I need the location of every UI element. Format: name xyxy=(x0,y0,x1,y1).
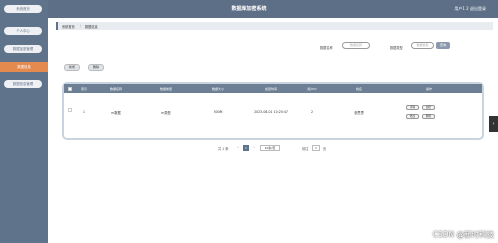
edit-button[interactable]: 修改 xyxy=(406,114,419,119)
col-operations: 操作 xyxy=(425,86,432,91)
data-table: 索引 数据名称 数据类型 数据大小 加密时间 用户ID 姓名 操作 1 m数据 … xyxy=(62,82,484,140)
col-encrypt-time: 加密时间 xyxy=(264,86,277,91)
sidebar-item-encryption-management[interactable]: 数据加密管理 xyxy=(4,45,42,53)
goto-page-input[interactable]: 1 xyxy=(312,145,320,151)
breadcrumb-separator: / xyxy=(80,24,82,28)
pagination-page-1[interactable]: 1 xyxy=(243,145,249,151)
user-logout-link[interactable]: 用户1 2 退出登录 xyxy=(454,6,486,12)
encrypt-button[interactable]: 加密 xyxy=(422,105,435,110)
side-collapse-tab[interactable]: ‹ xyxy=(489,116,498,132)
sidebar-item-profile[interactable]: 个人中心 xyxy=(4,27,42,35)
data-type-search-input[interactable]: 数据类型 xyxy=(411,42,434,49)
col-data-name: 数据名称 xyxy=(109,86,122,91)
data-name-search-input[interactable]: 数据名称 xyxy=(342,42,370,49)
sidebar-item-data-info[interactable]: 数据信息 xyxy=(0,62,48,72)
col-user-id: 用户ID xyxy=(307,86,317,91)
cell-data-name: m数据 xyxy=(111,111,121,115)
chevron-left-icon: ‹ xyxy=(492,121,495,127)
main-content: 系统首页 / 数据信息 数据名称 数据名称 数据类型 数据类型 查询 新增 删除… xyxy=(48,18,498,243)
cell-data-type: m类型 xyxy=(161,111,171,115)
top-header-bar: 数据库加密系统 用户1 2 退出登录 xyxy=(0,0,498,18)
goto-label: 前往 xyxy=(302,147,309,151)
cell-user-id: 2 xyxy=(310,110,314,114)
add-button[interactable]: 新增 xyxy=(64,64,80,71)
search-button[interactable]: 查询 xyxy=(436,42,450,49)
pagination-prev[interactable]: < xyxy=(235,145,241,151)
goto-suffix: 页 xyxy=(323,147,327,151)
breadcrumb-home[interactable]: 系统首页 xyxy=(62,24,75,29)
cell-encrypt-time: 2023-08-01 10:20:47 xyxy=(254,110,288,114)
sidebar-item-data-info-management[interactable]: 数据信息管理 xyxy=(4,80,42,88)
sidebar-item-home[interactable]: 系统首页 xyxy=(4,5,42,13)
sidebar: 系统首页 个人中心 数据加密管理 数据信息 数据信息管理 xyxy=(0,0,48,243)
row-checkbox[interactable] xyxy=(68,108,72,112)
pagination-total: 共 1 条 xyxy=(218,147,229,151)
watermark: CSDN @新时科技 xyxy=(432,230,494,239)
table-header: 索引 数据名称 数据类型 数据大小 加密时间 用户ID 姓名 操作 xyxy=(64,84,482,93)
delete-button[interactable]: 删除 xyxy=(88,64,104,71)
data-name-label: 数据名称 xyxy=(320,46,333,50)
app-title: 数据库加密系统 xyxy=(231,6,267,12)
data-type-label: 数据类型 xyxy=(390,46,403,50)
col-index: 索引 xyxy=(80,86,87,91)
col-data-type: 数据类型 xyxy=(159,86,172,91)
row-delete-button[interactable]: 删除 xyxy=(422,114,435,119)
breadcrumb-current: 数据信息 xyxy=(85,25,98,29)
details-button[interactable]: 详情 xyxy=(406,105,419,110)
col-user-name: 姓名 xyxy=(355,86,362,91)
cell-user-name: 张思思 xyxy=(354,111,364,115)
breadcrumb: 系统首页 / 数据信息 xyxy=(56,22,493,30)
page-size-select[interactable]: 10条/页 xyxy=(260,145,280,151)
col-data-size: 数据大小 xyxy=(211,86,224,91)
cell-index: 1 xyxy=(82,110,86,114)
select-all-checkbox[interactable] xyxy=(68,86,72,91)
cell-data-size: 500M xyxy=(213,110,223,114)
pagination-next[interactable]: > xyxy=(251,145,257,151)
